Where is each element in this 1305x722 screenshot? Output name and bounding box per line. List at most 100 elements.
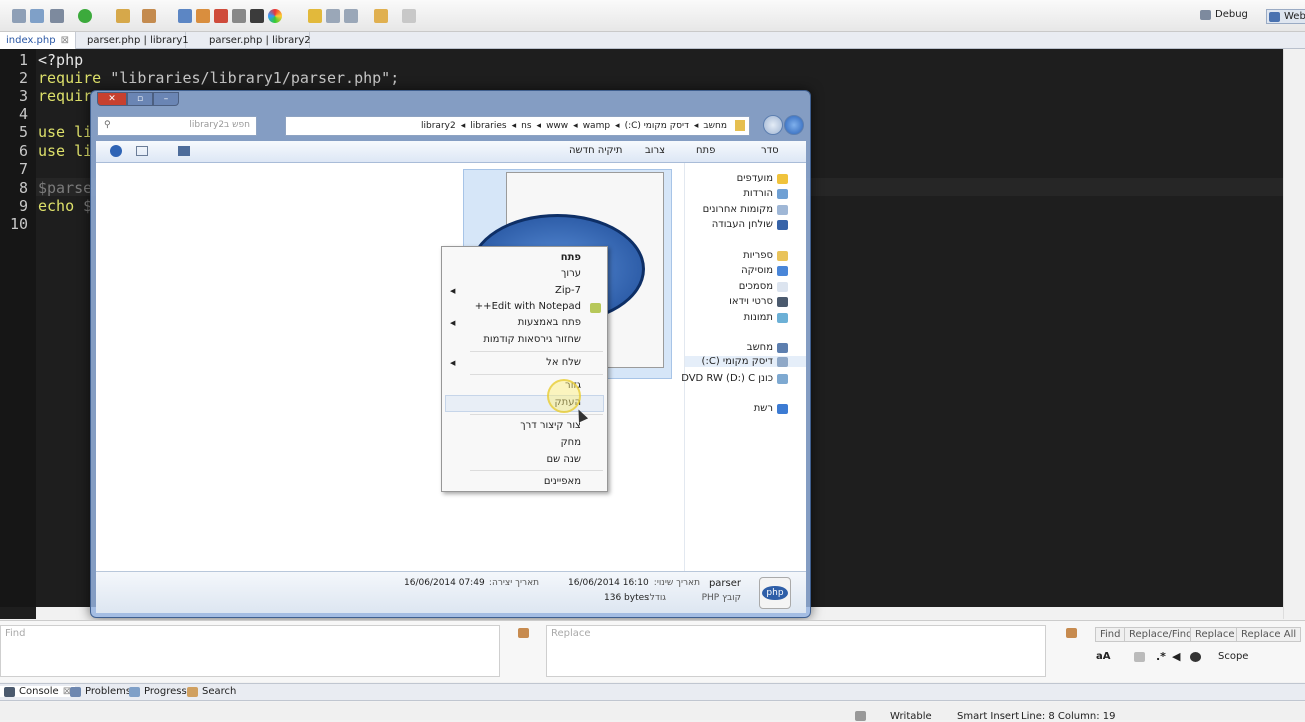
- back-button[interactable]: [763, 115, 783, 135]
- nav-libraries[interactable]: ספריות: [743, 250, 788, 261]
- web-perspective[interactable]: Web: [1266, 9, 1305, 24]
- find-options-icon[interactable]: [518, 628, 529, 638]
- open-folder-icon[interactable]: [116, 9, 130, 23]
- nav-recent-places[interactable]: מקומות אחרונים: [703, 204, 788, 215]
- nav-documents[interactable]: מסמכים: [739, 281, 788, 292]
- regex-icon[interactable]: .*: [1156, 650, 1166, 663]
- nav-favorites[interactable]: מועדפים: [737, 173, 788, 184]
- breadcrumb-libraries[interactable]: libraries: [470, 121, 506, 131]
- save-icon[interactable]: [30, 9, 44, 23]
- breadcrumb-local-disk[interactable]: דיסק מקומי (C:): [625, 121, 689, 131]
- tab-console[interactable]: Console ⊠: [0, 686, 76, 697]
- progress-icon: [129, 686, 140, 697]
- layout-icon[interactable]: [178, 9, 192, 23]
- nav-label: מוסיקה: [741, 265, 773, 276]
- menu-item-restore-versions[interactable]: שחזור גירסאות קודמות: [483, 334, 581, 345]
- tools-icon[interactable]: [326, 9, 340, 23]
- bug-icon: [1200, 9, 1211, 20]
- nav-local-disk[interactable]: דיסק מקומי (C:): [685, 356, 806, 367]
- prev-icon[interactable]: ◀: [1172, 650, 1180, 663]
- search-input[interactable]: חפש בlibrary2 ⚲: [97, 116, 257, 136]
- tab-label: index.php: [6, 35, 56, 46]
- line-number: 6: [18, 142, 28, 160]
- close-window-button[interactable]: ✕: [97, 92, 127, 106]
- breadcrumb-www[interactable]: www: [546, 121, 568, 131]
- breadcrumb-ns[interactable]: ns: [521, 121, 531, 131]
- address-bar[interactable]: מחשב ◂ דיסק מקומי (C:) ◂ wamp ◂ www ◂ ns ◂ li…: [285, 116, 750, 136]
- color-icon[interactable]: [268, 9, 282, 23]
- cursor-position-status: Line: 8 Column: 19: [1021, 711, 1116, 722]
- menu-item-edit-notepad[interactable]: Edit with Notepad++: [475, 301, 581, 312]
- debug-perspective[interactable]: Debug: [1200, 9, 1248, 20]
- breadcrumb-library2[interactable]: library2: [421, 121, 456, 131]
- pen-icon[interactable]: [142, 9, 156, 23]
- brush-icon[interactable]: [308, 9, 322, 23]
- open-button[interactable]: פתח: [696, 145, 715, 156]
- find-input[interactable]: Find: [0, 625, 500, 677]
- menu-item-send-to[interactable]: שלח אל: [546, 357, 581, 368]
- breadcrumb-computer[interactable]: מחשב: [703, 121, 727, 131]
- window-icon[interactable]: [232, 9, 246, 23]
- menu-item-delete[interactable]: מחק: [561, 437, 581, 448]
- burn-button[interactable]: צרוב: [645, 145, 665, 156]
- menu-item-properties[interactable]: מאפיינים: [544, 476, 581, 487]
- outline-icon[interactable]: [196, 9, 210, 23]
- new-folder-button[interactable]: תיקיה חדשה: [569, 145, 622, 156]
- terminal-icon[interactable]: [250, 9, 264, 23]
- run-icon[interactable]: [78, 9, 92, 23]
- nav-videos[interactable]: סרטי וידאו: [729, 296, 788, 307]
- replace-button[interactable]: Replace: [1190, 627, 1240, 642]
- tab-index-php[interactable]: index.php ⊠: [0, 32, 76, 49]
- menu-item-open-with[interactable]: פתח באמצעות: [518, 317, 581, 328]
- nav-computer[interactable]: מחשב: [747, 342, 788, 353]
- menu-item-create-shortcut[interactable]: צור קיצור דרך: [520, 420, 581, 431]
- nav-downloads[interactable]: הורדות: [743, 188, 788, 199]
- tab-parser-library1[interactable]: parser.php | library1: [76, 32, 189, 49]
- help-icon[interactable]: [110, 145, 122, 157]
- breadcrumb-separator: ◂: [615, 121, 620, 131]
- vertical-scrollbar[interactable]: [1283, 49, 1305, 619]
- nav-label: מסמכים: [738, 281, 773, 292]
- replace-all-button[interactable]: Replace All: [1236, 627, 1302, 642]
- tab-progress[interactable]: Progress: [129, 686, 187, 697]
- replace-find-button[interactable]: Replace/Find: [1124, 627, 1198, 642]
- close-icon[interactable]: ⊠: [61, 35, 69, 46]
- tab-parser-library2[interactable]: parser.php | library2: [198, 32, 311, 49]
- maximize-button[interactable]: ▫: [127, 92, 153, 106]
- nav-network[interactable]: רשת: [754, 403, 788, 414]
- preview-pane-icon[interactable]: [136, 146, 148, 156]
- scope-dropdown[interactable]: Scope: [1218, 651, 1248, 662]
- nav-dvd-drive[interactable]: כונן DVD RW (D:) C: [681, 373, 788, 384]
- breadcrumb-wamp[interactable]: wamp: [583, 121, 610, 131]
- file-explorer-window[interactable]: ✕ ▫ – חפש בlibrary2 ⚲ מחשב ◂ דיסק מקומי (…: [90, 90, 811, 618]
- nav-music[interactable]: מוסיקה: [741, 265, 788, 276]
- new-file-icon[interactable]: [12, 9, 26, 23]
- menu-item-rename[interactable]: שנה שם: [546, 454, 581, 465]
- match-case-icon[interactable]: aA: [1096, 651, 1111, 662]
- menu-item-edit[interactable]: ערוך: [561, 268, 581, 279]
- forward-arrow-icon[interactable]: [402, 9, 416, 23]
- view-icon[interactable]: [178, 146, 190, 156]
- minimize-button[interactable]: –: [153, 92, 179, 106]
- home-icon[interactable]: [214, 9, 228, 23]
- forward-button[interactable]: [784, 115, 804, 135]
- nav-label: רשת: [753, 403, 773, 414]
- debug-icon[interactable]: [50, 9, 64, 23]
- tab-search[interactable]: Search: [187, 686, 236, 697]
- menu-item-open[interactable]: פתח: [561, 252, 581, 263]
- replace-options-icon[interactable]: [1066, 628, 1077, 638]
- find-button[interactable]: Find: [1095, 627, 1126, 642]
- menu-separator: [470, 351, 603, 352]
- back-arrow-icon[interactable]: [374, 9, 388, 23]
- menu-item-7zip[interactable]: 7-Zip: [555, 285, 581, 296]
- php-badge: php: [762, 586, 788, 600]
- tab-label: Search: [202, 686, 237, 697]
- nav-pictures[interactable]: תמונות: [744, 312, 788, 323]
- tab-problems[interactable]: Problems: [70, 686, 131, 697]
- replace-input[interactable]: Replace: [546, 625, 1046, 677]
- paragraph-icon[interactable]: [344, 9, 358, 23]
- nav-desktop[interactable]: שולחן העבודה: [712, 219, 788, 230]
- settings-gear-icon[interactable]: [1190, 652, 1201, 662]
- whole-word-icon[interactable]: [1134, 652, 1145, 662]
- organize-button[interactable]: סדר: [761, 145, 779, 156]
